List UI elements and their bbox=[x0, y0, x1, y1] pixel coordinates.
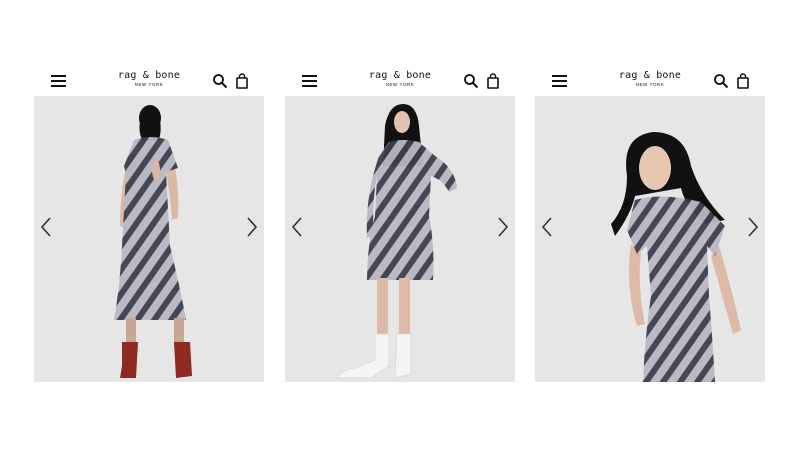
search-icon[interactable] bbox=[463, 73, 479, 89]
brand-subtitle: NEW YORK bbox=[635, 82, 665, 87]
brand-name: rag & bone bbox=[368, 70, 432, 81]
product-photo bbox=[285, 96, 515, 382]
brand-logo[interactable]: rag & bone NEW YORK bbox=[34, 71, 264, 88]
chevron-left-icon[interactable] bbox=[39, 216, 53, 238]
shopping-bag-icon[interactable] bbox=[485, 73, 501, 89]
brand-name: rag & bone bbox=[618, 70, 682, 81]
search-icon[interactable] bbox=[212, 73, 228, 89]
site-header: rag & bone NEW YORK bbox=[34, 66, 264, 96]
brand-subtitle: NEW YORK bbox=[385, 82, 415, 87]
product-view-panel-2: rag & bone NEW YORK bbox=[285, 66, 515, 382]
chevron-right-icon[interactable] bbox=[496, 216, 510, 238]
chevron-left-icon[interactable] bbox=[540, 216, 554, 238]
brand-logo[interactable]: rag & bone NEW YORK bbox=[535, 71, 765, 88]
model-close-up-view bbox=[611, 132, 741, 382]
brand-name: rag & bone bbox=[117, 70, 181, 81]
chevron-right-icon[interactable] bbox=[746, 216, 760, 238]
chevron-left-icon[interactable] bbox=[290, 216, 304, 238]
site-header: rag & bone NEW YORK bbox=[535, 66, 765, 96]
product-view-panel-3: rag & bone NEW YORK bbox=[535, 66, 765, 382]
product-photo bbox=[34, 96, 264, 382]
brand-subtitle: NEW YORK bbox=[134, 82, 164, 87]
site-header: rag & bone NEW YORK bbox=[285, 66, 515, 96]
shopping-bag-icon[interactable] bbox=[735, 73, 751, 89]
brand-logo[interactable]: rag & bone NEW YORK bbox=[285, 71, 515, 88]
product-view-panel-1: rag & bone NEW YORK bbox=[34, 66, 264, 382]
model-front-view bbox=[336, 104, 457, 379]
chevron-right-icon[interactable] bbox=[245, 216, 259, 238]
shopping-bag-icon[interactable] bbox=[234, 73, 250, 89]
model-back-view bbox=[114, 105, 192, 378]
product-photo bbox=[535, 96, 765, 382]
search-icon[interactable] bbox=[713, 73, 729, 89]
